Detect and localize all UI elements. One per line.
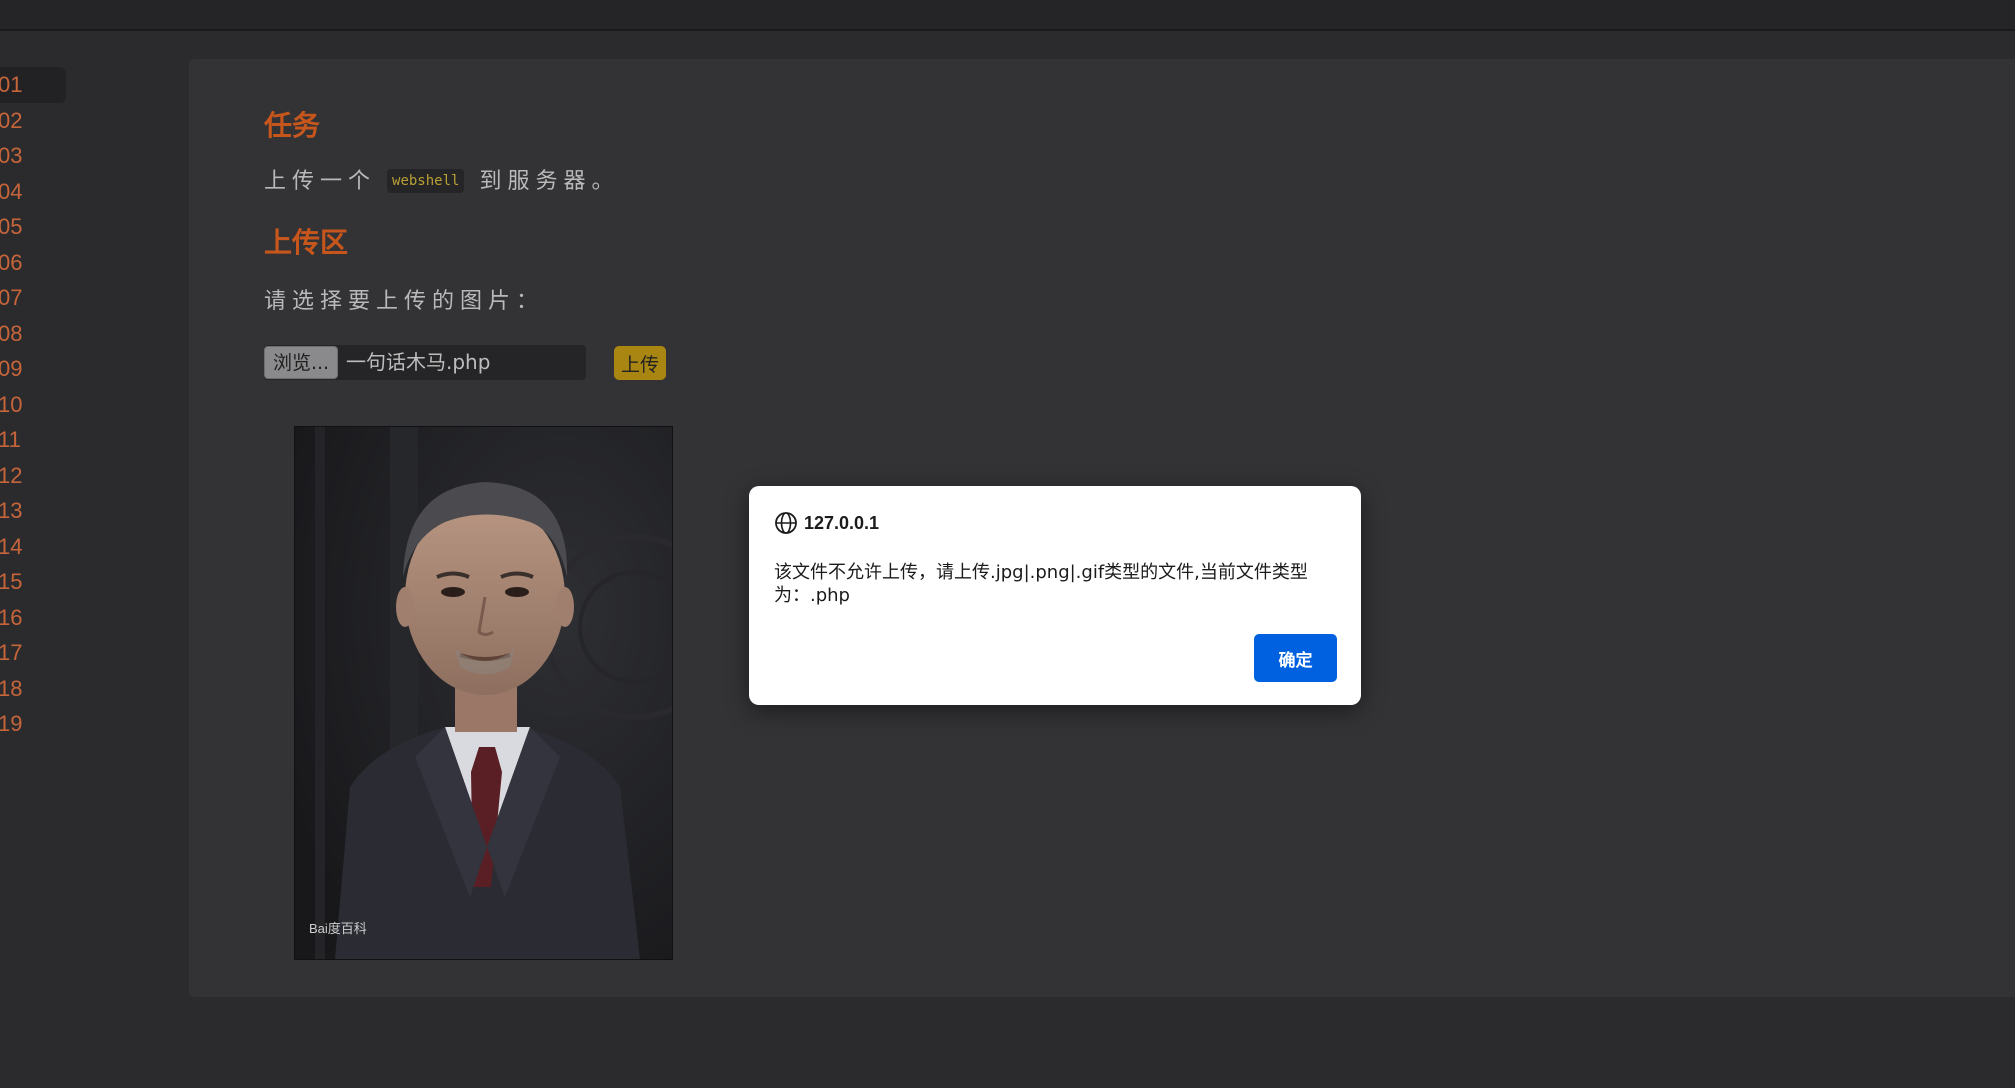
webshell-code: webshell [387, 169, 465, 193]
file-input[interactable]: 浏览... 一句话木马.php [264, 345, 586, 380]
sidebar-item-pass[interactable]: 02 [0, 103, 68, 139]
sidebar-item-pass[interactable]: 15 [0, 564, 68, 600]
pass-sidebar: 01 02 03 04 05 06 07 08 09 10 11 12 13 14 15 16 17 18 19 [0, 67, 68, 742]
sidebar-item-pass[interactable]: 09 [0, 351, 68, 387]
globe-icon [775, 512, 797, 534]
selected-file-name: 一句话木马.php [346, 350, 491, 374]
image-watermark: Bai度百科 [309, 921, 367, 936]
task-text-before: 上传一个 [264, 169, 377, 194]
sidebar-item-pass[interactable]: 03 [0, 138, 68, 174]
sidebar-item-pass[interactable]: 19 [0, 706, 68, 742]
sidebar-item-pass[interactable]: 10 [0, 387, 68, 423]
dialog-origin: 127.0.0.1 [804, 513, 880, 533]
sidebar-item-pass[interactable]: 07 [0, 280, 68, 316]
portrait-photo [295, 427, 672, 959]
dialog-message: 该文件不允许上传，请上传.jpg|.png|.gif类型的文件,当前文件类型为：… [774, 562, 1308, 606]
sidebar-item-pass[interactable]: 08 [0, 316, 68, 352]
browse-button[interactable]: 浏览... [264, 346, 338, 379]
sidebar-item-pass[interactable]: 06 [0, 245, 68, 281]
task-heading: 任务 [264, 109, 321, 142]
task-description: 上传一个 webshell 到服务器。 [264, 163, 619, 195]
sidebar-item-pass[interactable]: 04 [0, 174, 68, 210]
sidebar-item-pass[interactable]: 13 [0, 493, 68, 529]
sidebar-item-pass[interactable]: 11 [0, 422, 68, 458]
sidebar-item-pass[interactable]: 17 [0, 635, 68, 671]
upload-button[interactable]: 上传 [614, 346, 666, 380]
browser-top-bar [0, 0, 2015, 31]
sidebar-item-pass[interactable]: 12 [0, 458, 68, 494]
upload-prompt: 请选择要上传的图片： [264, 289, 545, 314]
sidebar-item-pass[interactable]: 16 [0, 600, 68, 636]
ok-button[interactable]: 确定 [1254, 634, 1337, 682]
sidebar-item-pass[interactable]: 14 [0, 529, 68, 565]
sidebar-item-pass[interactable]: 05 [0, 209, 68, 245]
sidebar-item-pass[interactable]: 01 [0, 67, 66, 103]
task-text-after: 到服务器。 [479, 169, 620, 194]
uploaded-image-preview: Bai度百科 [294, 426, 673, 960]
alert-dialog: 127.0.0.1 该文件不允许上传，请上传.jpg|.png|.gif类型的文… [749, 486, 1361, 705]
sidebar-item-pass[interactable]: 18 [0, 671, 68, 707]
upload-heading: 上传区 [264, 226, 349, 259]
